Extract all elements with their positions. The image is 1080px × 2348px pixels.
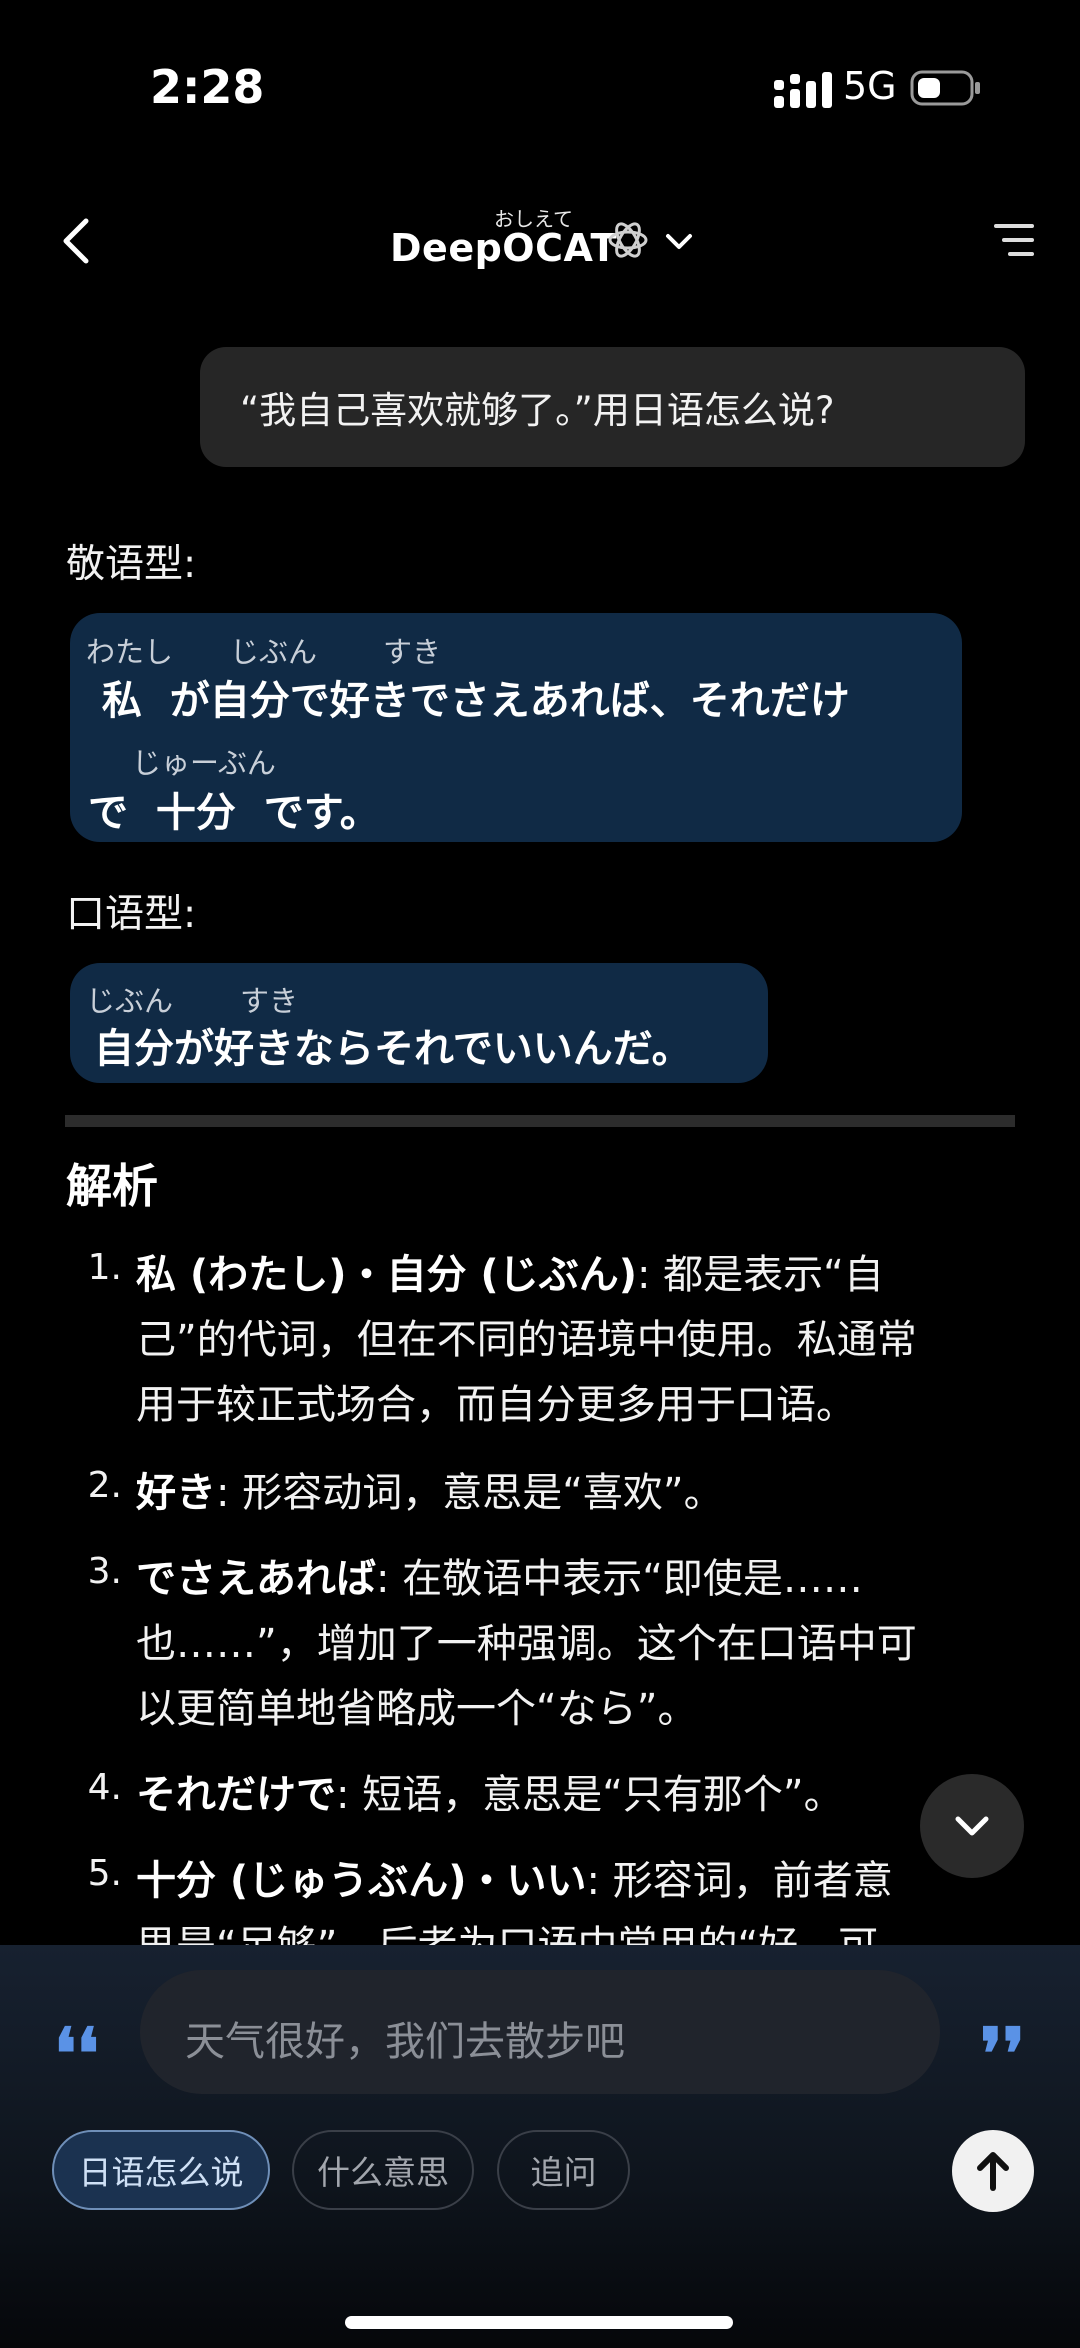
item-number: 3. xyxy=(87,1551,122,1592)
ruby-watashi: わたし xyxy=(86,635,174,669)
section-divider xyxy=(65,1115,1015,1127)
ruby-jibun-casual: じぶん xyxy=(86,984,174,1018)
formal-line-2: で 十分 です。 xyxy=(88,790,380,836)
term: 好き xyxy=(136,1470,216,1516)
item-number: 5. xyxy=(87,1853,122,1894)
analysis-line: 用于较正式场合，而自分更多用于口语。 xyxy=(136,1382,856,1428)
send-button[interactable] xyxy=(952,2130,1034,2212)
formal-label: 敬语型: xyxy=(66,542,197,587)
status-time: 2:28 xyxy=(150,60,265,114)
analysis-item-1: 私 (わたし)・自分 (じぶん): 都是表示“自 xyxy=(136,1242,884,1300)
user-message-text: “我自己喜欢就够了。”用日语怎么说? xyxy=(240,389,835,432)
home-indicator[interactable] xyxy=(345,2316,733,2329)
explanation: : 形容动词，意思是“喜欢”。 xyxy=(216,1470,724,1516)
formal-line-1: 私 が自分で好きでさえあれば、それだけ xyxy=(88,678,850,724)
analysis-title: 解析 xyxy=(66,1159,158,1213)
analysis-line: 己”的代词，但在不同的语境中使用。私通常 xyxy=(136,1317,917,1363)
network-label: 5G xyxy=(843,64,897,108)
analysis-item-3: でさえあれば: 在敬语中表示“即使是…… xyxy=(136,1546,863,1604)
arrow-up-icon xyxy=(977,2152,1009,2191)
term: でさえあれば xyxy=(136,1556,376,1602)
menu-icon[interactable] xyxy=(992,222,1036,258)
analysis-line: 也……”，增加了一种强调。这个在口语中可 xyxy=(136,1621,917,1667)
explanation: : 形容词，前者意 xyxy=(586,1858,893,1904)
ruby-juubun: じゅーぶん xyxy=(132,746,276,780)
term: それだけで xyxy=(136,1772,336,1818)
chip-how-to-say[interactable]: 日语怎么说 xyxy=(52,2130,270,2210)
scroll-down-button[interactable] xyxy=(920,1774,1024,1878)
casual-label: 口语型: xyxy=(66,892,197,937)
battery-icon xyxy=(910,70,980,106)
term: 十分 (じゅうぶん)・いい xyxy=(136,1858,587,1904)
analysis-item-2: 好き: 形容动词，意思是“喜欢”。 xyxy=(136,1460,724,1518)
analysis-item-4: それだけで: 短语，意思是“只有那个”。 xyxy=(136,1762,844,1820)
item-number: 1. xyxy=(87,1247,122,1288)
explanation: : 都是表示“自 xyxy=(636,1252,884,1298)
explanation: : 短语，意思是“只有那个”。 xyxy=(336,1772,844,1818)
item-number: 2. xyxy=(87,1465,122,1506)
ruby-suki-casual: すき xyxy=(240,984,299,1018)
item-number: 4. xyxy=(87,1767,122,1808)
model-logo-icon[interactable] xyxy=(606,218,650,262)
ruby-jibun: じぶん xyxy=(230,635,318,669)
chevron-down-icon[interactable] xyxy=(664,228,694,254)
input-placeholder[interactable]: 天气很好，我们去散步吧 xyxy=(185,2009,625,2067)
chip-follow-up[interactable]: 追问 xyxy=(497,2130,630,2210)
app-title[interactable]: DeepOCAT xyxy=(390,226,617,270)
casual-line: 自分が好きならそれでいいんだ。 xyxy=(94,1026,692,1072)
term: 私 (わたし)・自分 (じぶん) xyxy=(136,1252,637,1298)
back-icon[interactable] xyxy=(58,215,94,267)
open-quote-icon: ❛❛ xyxy=(54,2012,100,2095)
ruby-suki: すき xyxy=(383,635,442,669)
chevron-down-icon xyxy=(955,1816,989,1836)
chip-meaning[interactable]: 什么意思 xyxy=(292,2130,474,2210)
analysis-line: 以更简单地省略成一个“なら”。 xyxy=(136,1686,698,1732)
explanation: : 在敬语中表示“即使是…… xyxy=(376,1556,863,1602)
signal-icon xyxy=(774,72,832,108)
close-quote-icon: ❜❜ xyxy=(980,2012,1026,2095)
analysis-item-5: 十分 (じゅうぶん)・いい: 形容词，前者意 xyxy=(136,1848,893,1906)
